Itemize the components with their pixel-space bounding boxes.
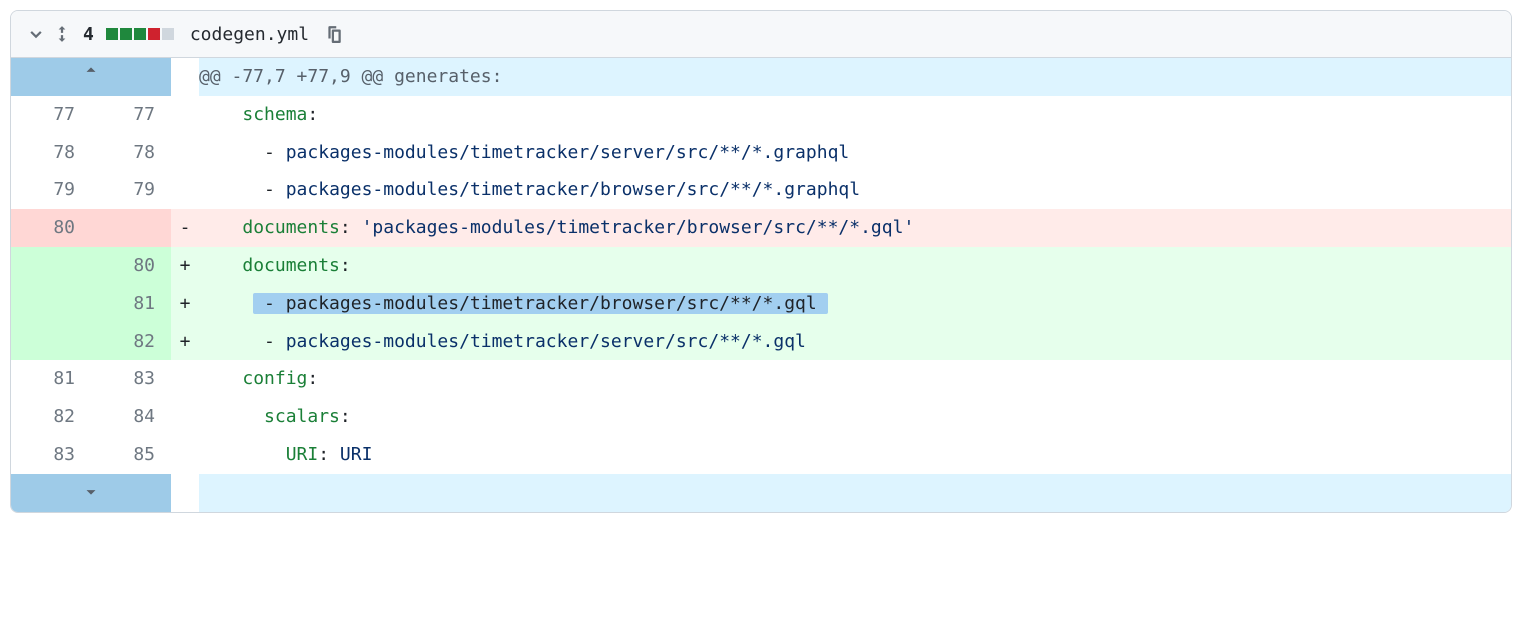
old-line-number[interactable]: 83: [11, 436, 91, 474]
diff-marker: [171, 398, 199, 436]
diff-marker: +: [171, 323, 199, 361]
code-cell[interactable]: URI: URI: [199, 436, 1511, 474]
new-line-number[interactable]: 81: [91, 285, 171, 323]
diffstat: [106, 28, 174, 40]
diff-file-container: 4 codegen.yml @@ -77,7 +77,9 @@ generate…: [10, 10, 1512, 513]
diff-row: 8284 scalars:: [11, 398, 1511, 436]
code-cell[interactable]: - packages-modules/timetracker/server/sr…: [199, 134, 1511, 172]
old-line-number[interactable]: 79: [11, 171, 91, 209]
hunk-header-row: @@ -77,7 +77,9 @@ generates:: [11, 58, 1511, 96]
diff-row: 8183 config:: [11, 360, 1511, 398]
diffstat-square: [162, 28, 174, 40]
file-header: 4 codegen.yml: [11, 11, 1511, 58]
copy-path-icon[interactable]: [323, 23, 345, 45]
diff-marker: [171, 436, 199, 474]
diffstat-square: [106, 28, 118, 40]
new-line-number[interactable]: 85: [91, 436, 171, 474]
code-cell[interactable]: scalars:: [199, 398, 1511, 436]
diffstat-square: [134, 28, 146, 40]
diff-marker: -: [171, 209, 199, 247]
expand-down-icon[interactable]: [11, 474, 171, 512]
diff-marker: +: [171, 285, 199, 323]
code-cell[interactable]: schema:: [199, 96, 1511, 134]
old-line-number[interactable]: 81: [11, 360, 91, 398]
diff-marker: +: [171, 247, 199, 285]
expand-all-icon[interactable]: [53, 25, 71, 43]
diff-row: 8385 URI: URI: [11, 436, 1511, 474]
diff-marker: [171, 360, 199, 398]
old-line-number[interactable]: [11, 323, 91, 361]
diff-row: 82+ - packages-modules/timetracker/serve…: [11, 323, 1511, 361]
code-cell[interactable]: - packages-modules/timetracker/browser/s…: [199, 171, 1511, 209]
old-line-number[interactable]: 78: [11, 134, 91, 172]
diff-row: 7878 - packages-modules/timetracker/serv…: [11, 134, 1511, 172]
new-line-number[interactable]: 78: [91, 134, 171, 172]
collapse-toggle-icon[interactable]: [27, 25, 45, 43]
new-line-number[interactable]: 84: [91, 398, 171, 436]
code-cell[interactable]: - packages-modules/timetracker/server/sr…: [199, 323, 1511, 361]
old-line-number[interactable]: 77: [11, 96, 91, 134]
old-line-number[interactable]: 82: [11, 398, 91, 436]
hunk-header-text: @@ -77,7 +77,9 @@ generates:: [199, 58, 1511, 96]
code-cell[interactable]: documents: 'packages-modules/timetracker…: [199, 209, 1511, 247]
new-line-number[interactable]: [91, 209, 171, 247]
code-cell[interactable]: documents:: [199, 247, 1511, 285]
expand-down-row: [11, 474, 1511, 512]
change-count: 4: [83, 24, 94, 45]
old-line-number[interactable]: [11, 285, 91, 323]
diff-row: 7979 - packages-modules/timetracker/brow…: [11, 171, 1511, 209]
diff-marker: [171, 171, 199, 209]
diff-row: 80+ documents:: [11, 247, 1511, 285]
new-line-number[interactable]: 82: [91, 323, 171, 361]
code-cell[interactable]: config:: [199, 360, 1511, 398]
diff-row: 80 - documents: 'packages-modules/timetra…: [11, 209, 1511, 247]
old-line-number[interactable]: 80: [11, 209, 91, 247]
new-line-number[interactable]: 83: [91, 360, 171, 398]
new-line-number[interactable]: 80: [91, 247, 171, 285]
code-cell[interactable]: - packages-modules/timetracker/browser/s…: [199, 285, 1511, 323]
expand-up-icon[interactable]: [11, 58, 171, 96]
new-line-number[interactable]: 77: [91, 96, 171, 134]
old-line-number[interactable]: [11, 247, 91, 285]
diffstat-square: [148, 28, 160, 40]
diff-marker: [171, 134, 199, 172]
diff-table: @@ -77,7 +77,9 @@ generates: 7777 schema…: [11, 58, 1511, 512]
file-name[interactable]: codegen.yml: [190, 24, 309, 45]
diff-marker: [171, 96, 199, 134]
diff-row: 81+ - packages-modules/timetracker/brows…: [11, 285, 1511, 323]
diff-row: 7777 schema:: [11, 96, 1511, 134]
diffstat-square: [120, 28, 132, 40]
new-line-number[interactable]: 79: [91, 171, 171, 209]
